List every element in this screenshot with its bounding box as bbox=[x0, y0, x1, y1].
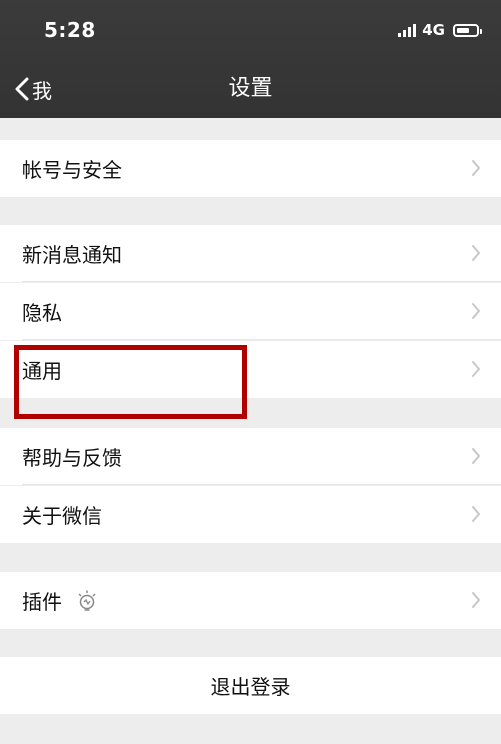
status-indicators: 4G bbox=[398, 21, 482, 39]
navigation-bar: 5:28 4G 我 设置 bbox=[0, 0, 501, 118]
chevron-right-icon bbox=[472, 506, 480, 522]
chevron-right-icon bbox=[472, 303, 480, 319]
menu-item-help-feedback[interactable]: 帮助与反馈 bbox=[0, 428, 501, 485]
menu-item-label: 新消息通知 bbox=[22, 243, 122, 267]
menu-item-new-message-notification[interactable]: 新消息通知 bbox=[0, 225, 501, 282]
menu-item-label: 关于微信 bbox=[22, 504, 102, 528]
chevron-right-icon bbox=[472, 160, 480, 176]
logout-button[interactable]: 退出登录 bbox=[0, 657, 501, 714]
divider bbox=[22, 281, 501, 282]
menu-item-label: 帮助与反馈 bbox=[22, 446, 122, 470]
chevron-right-icon bbox=[472, 245, 480, 261]
network-type: 4G bbox=[422, 21, 445, 39]
chevron-right-icon bbox=[472, 361, 480, 377]
lightbulb-icon bbox=[76, 589, 98, 613]
menu-item-label: 插件 bbox=[22, 590, 62, 614]
menu-item-account-security[interactable]: 帐号与安全 bbox=[0, 140, 501, 197]
menu-item-label: 通用 bbox=[22, 359, 62, 383]
menu-item-label: 帐号与安全 bbox=[22, 158, 122, 182]
status-time: 5:28 bbox=[44, 18, 96, 42]
menu-item-privacy[interactable]: 隐私 bbox=[0, 283, 501, 340]
menu-item-general[interactable]: 通用 bbox=[0, 341, 501, 398]
menu-item-about-wechat[interactable]: 关于微信 bbox=[0, 486, 501, 543]
menu-item-plugins[interactable]: 插件 bbox=[0, 572, 501, 629]
logout-label: 退出登录 bbox=[210, 675, 291, 699]
divider bbox=[22, 339, 501, 340]
chevron-right-icon bbox=[472, 592, 480, 608]
menu-item-label: 隐私 bbox=[22, 301, 62, 325]
divider bbox=[22, 484, 501, 485]
battery-icon bbox=[453, 23, 482, 37]
chevron-right-icon bbox=[472, 448, 480, 464]
page-title: 设置 bbox=[228, 76, 273, 101]
signal-icon bbox=[398, 23, 417, 37]
